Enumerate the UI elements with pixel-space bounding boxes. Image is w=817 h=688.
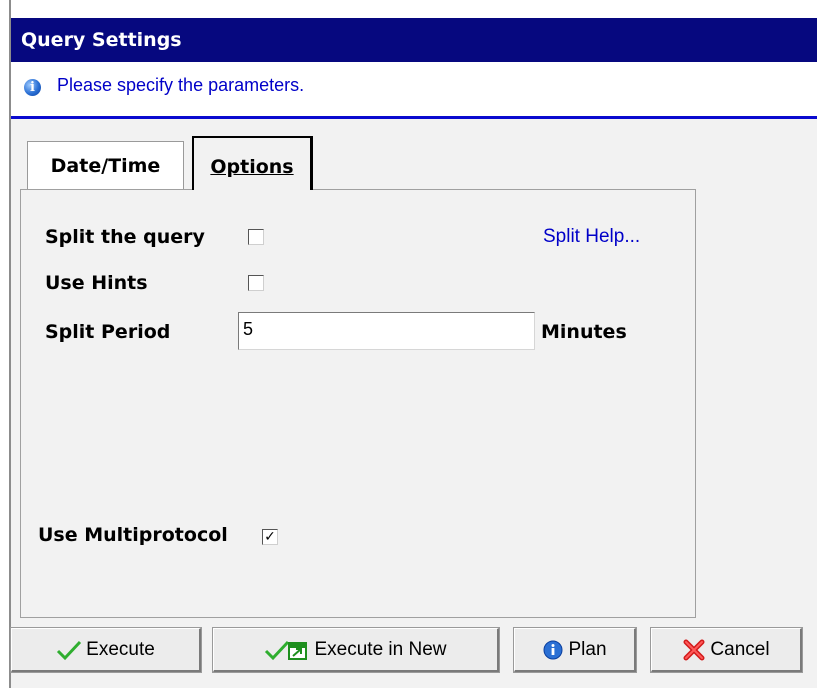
info-icon	[543, 640, 563, 659]
cancel-button[interactable]: Cancel	[650, 627, 803, 673]
use-hints-label: Use Hints	[45, 272, 148, 294]
window-top-strip	[11, 0, 817, 18]
green-check-icon	[57, 640, 82, 660]
plan-button[interactable]: Plan	[513, 627, 637, 673]
use-multiprotocol-checkbox[interactable]: ✓	[262, 529, 278, 545]
execute-in-new-label: Execute in New	[314, 638, 447, 660]
dialog-title: Query Settings	[11, 18, 817, 62]
tab-date-time[interactable]: Date/Time	[27, 141, 184, 189]
plan-label: Plan	[568, 638, 607, 660]
split-period-input[interactable]: 5	[238, 312, 535, 350]
split-period-label: Split Period	[45, 321, 171, 343]
cancel-label: Cancel	[710, 638, 770, 660]
execute-in-new-button[interactable]: Execute in New	[212, 627, 500, 673]
split-help-link[interactable]: Split Help...	[543, 226, 640, 248]
split-period-unit: Minutes	[541, 321, 627, 343]
red-x-icon	[683, 639, 705, 660]
split-query-label: Split the query	[45, 226, 205, 248]
info-message: Please specify the parameters.	[57, 75, 305, 95]
use-hints-checkbox[interactable]	[248, 275, 264, 291]
info-message-row: i Please specify the parameters.	[11, 62, 817, 114]
window-margin	[0, 0, 9, 688]
split-query-checkbox[interactable]	[248, 229, 264, 245]
tab-options[interactable]: Options	[192, 136, 313, 190]
options-panel	[20, 189, 696, 618]
check-new-window-icon	[265, 640, 308, 660]
use-multiprotocol-label: Use Multiprotocol	[38, 524, 228, 546]
info-icon: i	[24, 79, 41, 96]
execute-button[interactable]: Execute	[10, 627, 202, 673]
execute-label: Execute	[86, 638, 155, 660]
